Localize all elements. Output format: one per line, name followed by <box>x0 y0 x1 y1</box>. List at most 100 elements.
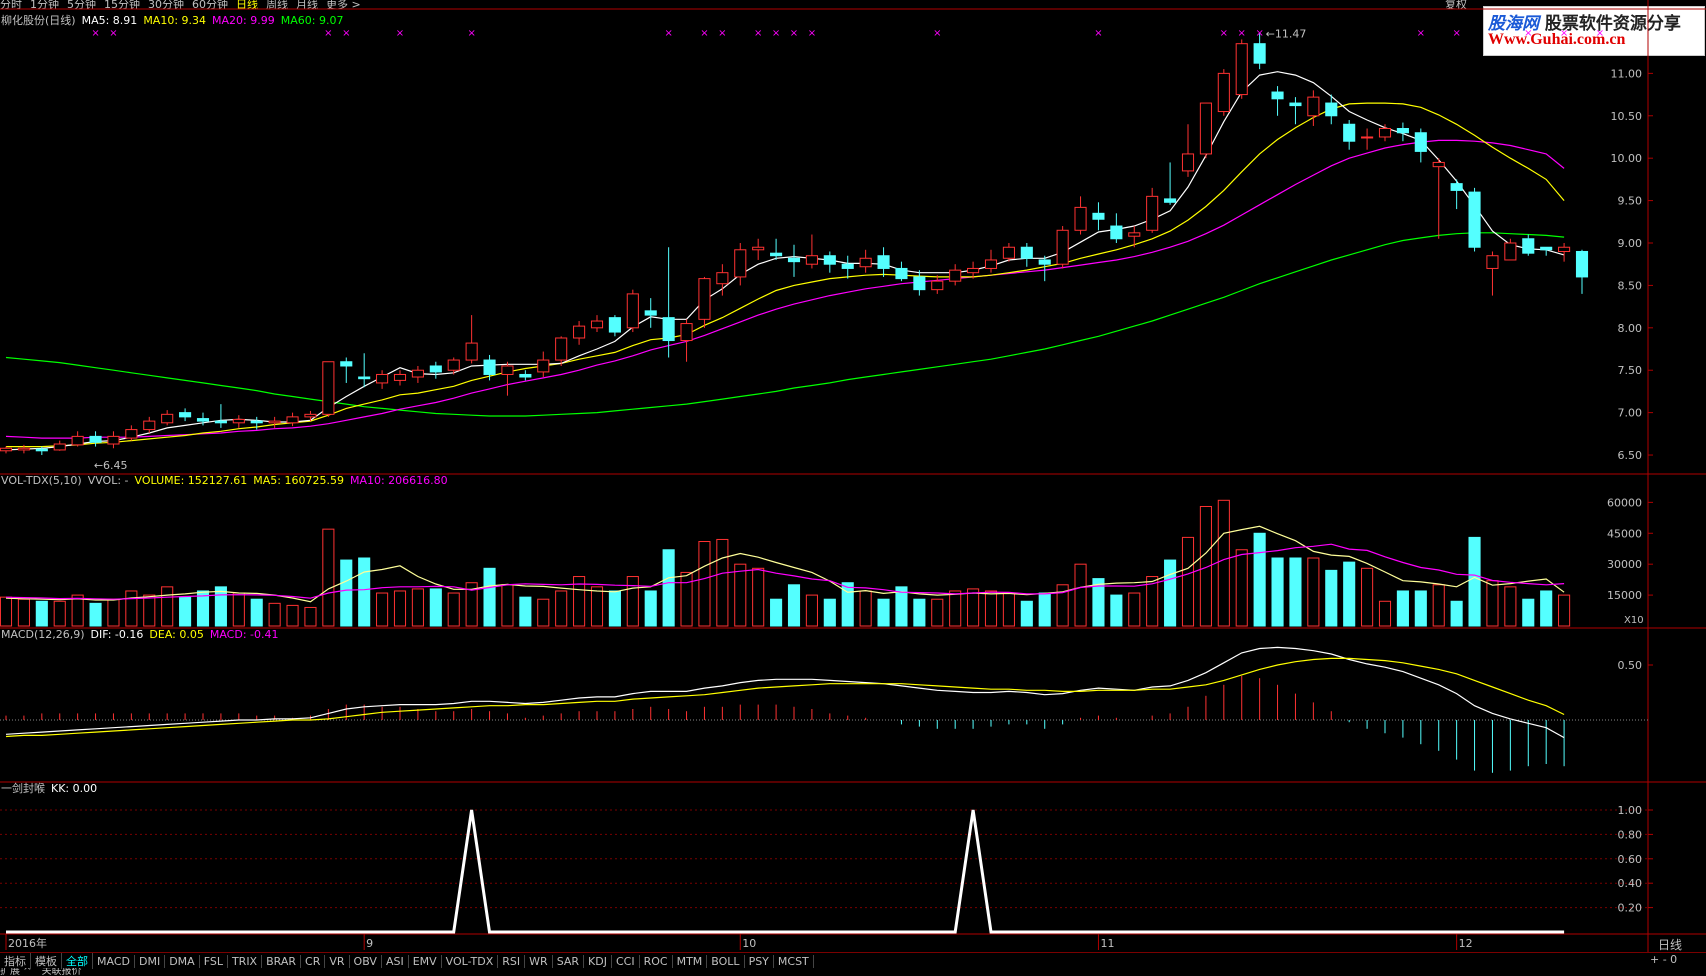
indicator-tab[interactable]: TRIX <box>228 954 263 968</box>
signal-marker: × <box>109 28 117 39</box>
indicator-tab[interactable]: ASI <box>382 954 409 968</box>
volume-bar-up <box>322 528 335 627</box>
volume-bar-up <box>1235 549 1248 627</box>
indicator-tab[interactable]: BOLL <box>707 954 745 968</box>
high-label: ←11.47 <box>1266 28 1307 41</box>
candle-up <box>1504 242 1517 261</box>
vvol-readout: VVOL: - <box>87 474 129 487</box>
indicator-tab[interactable]: MACD <box>93 954 135 968</box>
indicator-tab[interactable]: 全部 <box>62 953 93 969</box>
indicator-tab[interactable]: VR <box>325 954 350 968</box>
kk-readout: KK: 0.00 <box>51 782 98 795</box>
indicator-tab[interactable]: 模板 <box>31 953 62 969</box>
candle-down <box>196 418 210 422</box>
volume-bar-down <box>1540 590 1553 627</box>
candle-up <box>17 447 30 451</box>
kk-indicator-panel[interactable] <box>0 809 1648 934</box>
volume-bar-down <box>1289 557 1302 627</box>
indicator-tab[interactable]: DMA <box>165 954 200 968</box>
indicator-tab[interactable]: BRAR <box>262 954 302 968</box>
signal-marker: × <box>1452 28 1460 39</box>
candle-down <box>429 365 442 373</box>
volume-bar-up <box>286 604 299 627</box>
price-tick-label: 9.50 <box>1618 195 1643 208</box>
period-label[interactable]: 日线 <box>1658 936 1682 953</box>
price-panel[interactable]: ←11.47 ←6.45 × × × × × × × × × × × × × × × × × × × × × × × <box>0 28 1604 473</box>
signal-marker: × <box>1524 28 1532 39</box>
candle-up <box>537 359 550 373</box>
volume-bar-up <box>71 594 84 627</box>
indicator-tab[interactable]: OBV <box>350 954 382 968</box>
volume-bar-up <box>393 590 407 627</box>
candle-down <box>214 420 227 424</box>
signal-marker: × <box>342 28 350 39</box>
candle-up <box>0 447 13 452</box>
axis-labels: 11.00 10.50 10.00 9.50 9.00 8.50 8.00 7.50 7.00 6… <box>5 67 1653 950</box>
indicator-tab[interactable]: CR <box>301 954 326 968</box>
stock-name: 柳化股份(日线) <box>1 14 76 27</box>
indicator-tab[interactable]: WR <box>525 954 553 968</box>
candle-up <box>1002 246 1015 259</box>
low-label: ←6.45 <box>94 459 128 472</box>
indicator-tab[interactable]: DMI <box>135 954 166 968</box>
signal-marker: × <box>664 28 672 39</box>
volume-bar-down <box>483 567 496 627</box>
volume-bar-up <box>626 576 639 627</box>
volume-bar-down <box>358 557 371 627</box>
volume-tick-label: 30000 <box>1607 558 1642 571</box>
signal-marker: × <box>1094 28 1102 39</box>
volume-bar-up <box>698 541 711 627</box>
indicator-tab[interactable]: RSI <box>498 954 526 968</box>
indicator-tab[interactable]: EMV <box>409 954 442 968</box>
candle-up <box>393 373 407 381</box>
indicator-tab[interactable]: MTM <box>673 954 708 968</box>
signal-marker: × <box>1220 28 1228 39</box>
candle-up <box>734 249 747 278</box>
volume-bar-up <box>1432 584 1445 627</box>
macd-panel[interactable] <box>0 646 1648 773</box>
volume-bar-down <box>1020 600 1033 627</box>
candle-up <box>1235 43 1248 96</box>
volume-bar-up <box>1181 536 1195 627</box>
kk-line <box>6 809 1565 934</box>
candle-down <box>519 373 532 378</box>
zoom-controls[interactable]: + - 0 <box>1650 953 1677 966</box>
volume-bar-up <box>107 598 120 627</box>
candle-up <box>984 259 998 269</box>
status-tab[interactable]: 扩展 ^ <box>0 968 32 976</box>
indicator-tab[interactable]: ROC <box>640 954 673 968</box>
indicator-tab[interactable]: MCST <box>774 954 814 968</box>
volume-bar-down <box>250 598 263 627</box>
price-tick-label: 10.50 <box>1611 110 1643 123</box>
volume-bar-up <box>125 590 138 627</box>
indicator-tab[interactable]: KDJ <box>584 954 612 968</box>
volume-bar-up <box>752 567 765 627</box>
signal-marker: × <box>1560 28 1568 39</box>
candle-down <box>1325 102 1338 117</box>
volume-panel[interactable] <box>0 499 1571 627</box>
indicator-tab-bar: 指标 模板 全部 MACD DMI DMA FSL TRIX BRAR CR VR OBV ASI EMV… <box>0 952 1706 969</box>
volume-bar-up <box>734 563 747 627</box>
indicator-tab[interactable]: PSY <box>745 954 774 968</box>
candle-up <box>949 269 962 282</box>
price-tick-label: 8.50 <box>1618 279 1643 292</box>
status-bar: 扩展 ^ 关联报价 <box>0 968 1706 976</box>
candle-down <box>1038 259 1051 265</box>
candle-down <box>358 376 371 380</box>
signal-marker: × <box>754 28 762 39</box>
candle-down <box>1396 128 1409 134</box>
candle-up <box>967 267 980 274</box>
signal-marker: × <box>772 28 780 39</box>
volume-bar-up <box>1378 600 1392 627</box>
candle-up <box>1378 128 1392 138</box>
candle-down <box>770 252 783 257</box>
indicator-tab[interactable]: SAR <box>553 954 585 968</box>
volume-bar-up <box>411 588 424 627</box>
indicator-tab[interactable]: 指标 <box>0 953 31 969</box>
status-tab[interactable]: 关联报价 <box>42 968 82 976</box>
indicator-tab[interactable]: CCI <box>612 954 640 968</box>
candle-down <box>644 310 657 316</box>
macd-indicator-name: MACD(12,26,9) <box>1 628 85 641</box>
indicator-tab[interactable]: FSL <box>200 954 228 968</box>
indicator-tab[interactable]: VOL-TDX <box>442 954 499 968</box>
